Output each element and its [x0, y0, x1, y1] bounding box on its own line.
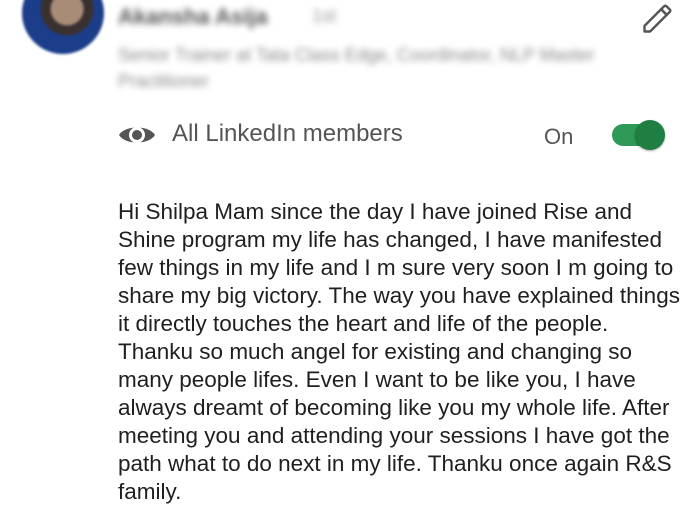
pencil-edit-icon[interactable]: [640, 0, 676, 36]
recommendation-text: Hi Shilpa Mam since the day I have joine…: [118, 199, 680, 504]
recommendation-card: Akansha Asija 1st Senior Trainer at Tata…: [0, 0, 700, 522]
visibility-label: All LinkedIn members: [172, 120, 403, 147]
visibility-toggle[interactable]: [610, 120, 666, 150]
avatar[interactable]: [22, 0, 104, 54]
visibility-setting: All LinkedIn members On: [118, 112, 678, 158]
author-headline: Senior Trainer at Tata Class Edge, Coord…: [118, 45, 595, 91]
toggle-state-label: On: [544, 124, 574, 149]
connection-degree: 1st: [312, 6, 337, 26]
eye-icon: [119, 127, 155, 143]
author-name[interactable]: Akansha Asija: [118, 4, 268, 30]
toggle-knob[interactable]: [635, 120, 665, 150]
